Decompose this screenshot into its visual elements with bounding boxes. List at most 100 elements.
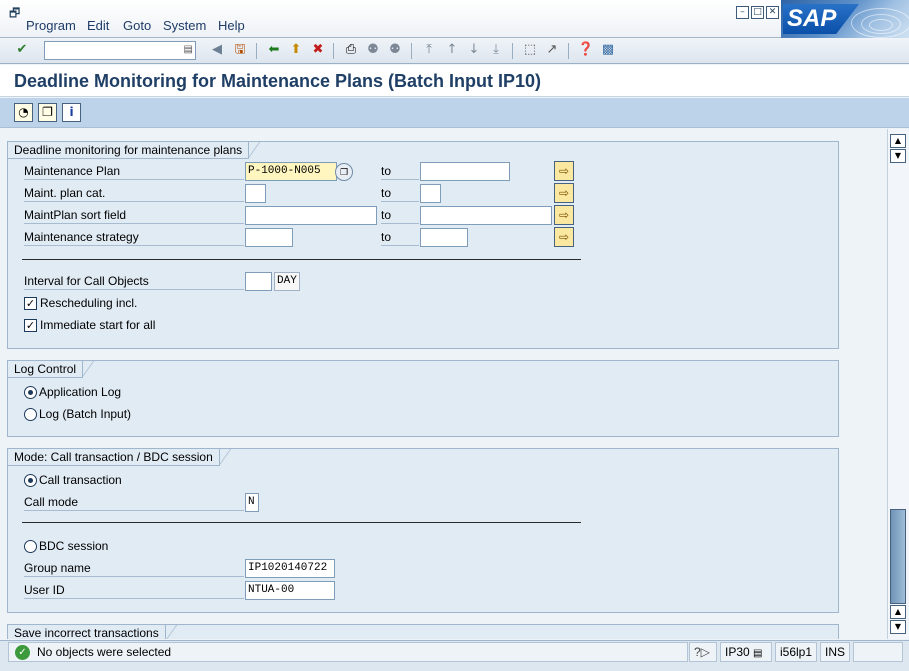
find-next-icon[interactable]: ⚉: [386, 41, 404, 59]
multiple-selection-arrow-icon[interactable]: ⇨: [554, 183, 574, 203]
get-variant-icon[interactable]: ❐: [38, 103, 57, 122]
maintenance-plan-label: Maintenance Plan: [24, 162, 244, 180]
success-check-icon: ✓: [15, 645, 30, 660]
server-field: i56lp1: [775, 642, 817, 662]
input-mode-field[interactable]: INS: [820, 642, 850, 662]
toolbar-separator: [512, 43, 513, 59]
to-label: to: [381, 184, 419, 202]
maintplan-sort-field-label: MaintPlan sort field: [24, 206, 244, 224]
collapse-toolbar-icon[interactable]: ◀: [208, 41, 226, 59]
immediate-start-label: Immediate start for all: [40, 318, 156, 332]
toolbar-separator: [333, 43, 334, 59]
menu-bar: 🗗 Program Edit Goto System Help – □ ✕ SA…: [0, 0, 909, 38]
call-mode-input[interactable]: N: [245, 493, 259, 512]
standard-toolbar: ✔ ▤ ◀ 🖫 ⬅ ⬆ ✖ ⎙ ⚉ ⚉ ⤒ ↑ ↓ ⤓ ⬚ ↗ ❓ ▩: [0, 38, 909, 64]
multiple-selection-arrow-icon[interactable]: ⇨: [554, 227, 574, 247]
multiple-selection-arrow-icon[interactable]: ⇨: [554, 161, 574, 181]
separator-line: [22, 259, 581, 260]
menu-system[interactable]: System: [163, 18, 206, 33]
back-icon[interactable]: ⬅: [265, 41, 283, 59]
page-title: Deadline Monitoring for Maintenance Plan…: [14, 71, 542, 91]
command-field[interactable]: ▤: [44, 41, 196, 60]
multiple-selection-arrow-icon[interactable]: ⇨: [554, 205, 574, 225]
create-session-icon[interactable]: ⬚: [521, 41, 539, 59]
selection-screen: Deadline monitoring for maintenance plan…: [0, 129, 887, 639]
exit-icon[interactable]: ⬆: [287, 41, 305, 59]
system-menu-icon[interactable]: 🗗: [9, 4, 25, 20]
transaction-list-icon[interactable]: ▤: [753, 648, 762, 659]
deadline-monitoring-group: Deadline monitoring for maintenance plan…: [7, 141, 839, 349]
separator-line: [22, 522, 581, 523]
previous-page-icon[interactable]: ↑: [443, 41, 461, 59]
maintenance-plan-from-input[interactable]: P-1000-N005: [245, 162, 337, 181]
interval-call-objects-label: Interval for Call Objects: [24, 272, 244, 290]
last-page-icon[interactable]: ⤓: [487, 41, 505, 59]
sap-logo: SAP: [781, 0, 909, 38]
execute-icon[interactable]: ◔: [14, 103, 33, 122]
sap-logo-text: SAP: [783, 4, 859, 34]
user-id-label: User ID: [24, 581, 244, 599]
value-help-icon[interactable]: ❐: [335, 163, 353, 181]
menu-edit[interactable]: Edit: [87, 18, 109, 33]
user-id-input[interactable]: NTUA-00: [245, 581, 335, 600]
bdc-session-radio[interactable]: [24, 540, 37, 553]
group-title: Deadline monitoring for maintenance plan…: [8, 141, 261, 159]
maximize-icon[interactable]: □: [751, 6, 764, 19]
next-page-icon[interactable]: ↓: [465, 41, 483, 59]
menu-program[interactable]: Program: [26, 18, 76, 33]
maintplan-sort-field-from-input[interactable]: [245, 206, 377, 225]
print-icon[interactable]: ⎙: [342, 41, 360, 59]
customize-layout-icon[interactable]: ▩: [599, 41, 617, 59]
maint-plan-cat-from-input[interactable]: [245, 184, 266, 203]
maint-plan-cat-label: Maint. plan cat.: [24, 184, 244, 202]
enter-icon[interactable]: ✔: [13, 41, 31, 59]
call-mode-label: Call mode: [24, 493, 244, 511]
find-icon[interactable]: ⚉: [364, 41, 382, 59]
maintplan-sort-field-to-input[interactable]: [420, 206, 552, 225]
status-empty-field: [853, 642, 903, 662]
page-down-icon[interactable]: ▲: [890, 605, 906, 619]
scroll-thumb[interactable]: [890, 509, 906, 604]
mode-group: Mode: Call transaction / BDC session Cal…: [7, 448, 839, 613]
immediate-start-checkbox[interactable]: ✓: [24, 319, 37, 332]
help-icon[interactable]: ❓: [577, 41, 595, 59]
transaction-code-field[interactable]: IP30 ▤: [720, 642, 772, 662]
maintenance-plan-to-input[interactable]: [420, 162, 510, 181]
group-title: Save incorrect transactions: [8, 624, 177, 639]
system-info-icon[interactable]: ?▷: [689, 642, 717, 662]
status-message-area[interactable]: ✓ No objects were selected: [8, 642, 688, 662]
minimize-icon[interactable]: –: [736, 6, 749, 19]
maintenance-strategy-from-input[interactable]: [245, 228, 293, 247]
window-controls: – □ ✕: [736, 6, 779, 19]
bdc-session-label: BDC session: [39, 539, 109, 553]
application-toolbar: ◔ ❐ i: [0, 98, 909, 128]
close-icon[interactable]: ✕: [766, 6, 779, 19]
vertical-scrollbar[interactable]: ▲ ▼ ▲ ▼: [887, 129, 909, 639]
to-label: to: [381, 206, 419, 224]
save-icon[interactable]: 🖫: [231, 41, 249, 59]
save-incorrect-group: Save incorrect transactions: [7, 624, 839, 639]
command-history-icon[interactable]: ▤: [184, 44, 193, 55]
to-label: to: [381, 228, 419, 246]
maint-plan-cat-to-input[interactable]: [420, 184, 441, 203]
call-transaction-radio[interactable]: [24, 474, 37, 487]
group-name-input[interactable]: IP1020140722: [245, 559, 335, 578]
maintenance-strategy-to-input[interactable]: [420, 228, 468, 247]
interval-unit-field: DAY: [274, 272, 300, 291]
menu-goto[interactable]: Goto: [123, 18, 151, 33]
toolbar-separator: [256, 43, 257, 59]
create-shortcut-icon[interactable]: ↗: [543, 41, 561, 59]
interval-call-objects-input[interactable]: [245, 272, 272, 291]
status-bar: ✓ No objects were selected ?▷ IP30 ▤ i56…: [0, 640, 909, 671]
scroll-up-icon[interactable]: ▲: [890, 134, 906, 148]
first-page-icon[interactable]: ⤒: [420, 41, 438, 59]
scroll-down-icon[interactable]: ▼: [890, 620, 906, 634]
batch-input-log-radio[interactable]: [24, 408, 37, 421]
page-up-icon[interactable]: ▼: [890, 149, 906, 163]
group-name-label: Group name: [24, 559, 244, 577]
rescheduling-checkbox[interactable]: ✓: [24, 297, 37, 310]
menu-help[interactable]: Help: [218, 18, 245, 33]
application-log-radio[interactable]: [24, 386, 37, 399]
information-icon[interactable]: i: [62, 103, 81, 122]
cancel-icon[interactable]: ✖: [309, 41, 327, 59]
